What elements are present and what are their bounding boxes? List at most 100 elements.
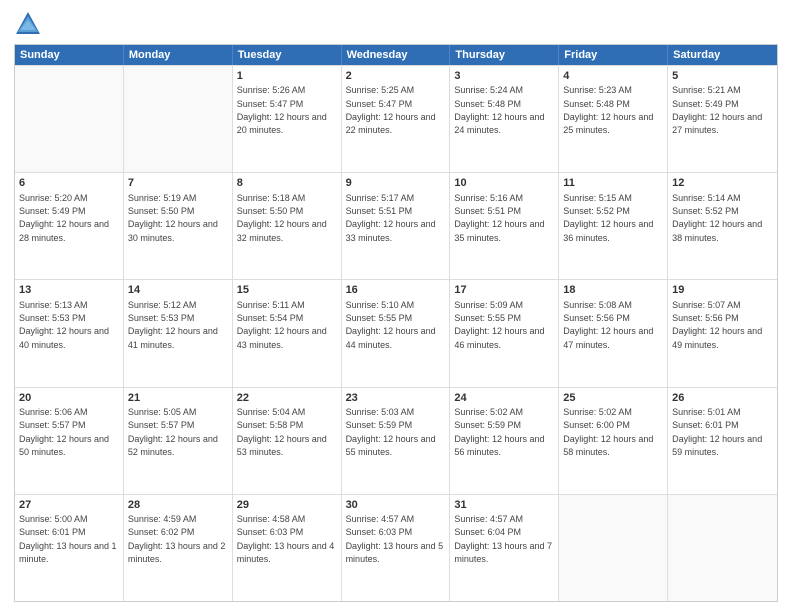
day-cell-25: 25 Sunrise: 5:02 AMSunset: 6:00 PMDayligh… <box>559 388 668 494</box>
cell-info: Sunrise: 4:57 AMSunset: 6:03 PMDaylight:… <box>346 514 444 564</box>
cell-info: Sunrise: 5:11 AMSunset: 5:54 PMDaylight:… <box>237 300 327 350</box>
day-cell-empty <box>15 66 124 172</box>
page: SundayMondayTuesdayWednesdayThursdayFrid… <box>0 0 792 612</box>
day-cell-21: 21Sunrise: 5:05 AMSunset: 5:57 PMDayligh… <box>124 388 233 494</box>
calendar-row-1: 1 Sunrise: 5:26 AMSunset: 5:47 PMDaylight… <box>15 65 777 172</box>
day-cell-30: 30 Sunrise: 4:57 AMSunset: 6:03 PMDayligh… <box>342 495 451 601</box>
day-cell-29: 29 Sunrise: 4:58 AMSunset: 6:03 PMDayligh… <box>233 495 342 601</box>
day-cell-6: 6 Sunrise: 5:20 AMSunset: 5:49 PMDaylight… <box>15 173 124 279</box>
day-number: 5 <box>672 69 773 83</box>
day-number: 30 <box>346 498 446 512</box>
day-number: 25 <box>563 391 663 405</box>
day-number: 2 <box>346 69 446 83</box>
day-cell-5: 5 Sunrise: 5:21 AMSunset: 5:49 PMDaylight… <box>668 66 777 172</box>
logo-icon <box>14 10 42 38</box>
cell-info: Sunrise: 5:16 AMSunset: 5:51 PMDaylight:… <box>454 193 544 243</box>
cell-info: Sunrise: 5:03 AMSunset: 5:59 PMDaylight:… <box>346 407 436 457</box>
day-number: 29 <box>237 498 337 512</box>
cell-info: Sunrise: 5:13 AMSunset: 5:53 PMDaylight:… <box>19 300 109 350</box>
day-number: 27 <box>19 498 119 512</box>
header-day-friday: Friday <box>559 45 668 65</box>
day-cell-empty <box>559 495 668 601</box>
day-number: 8 <box>237 176 337 190</box>
cell-info: Sunrise: 4:59 AMSunset: 6:02 PMDaylight:… <box>128 514 226 564</box>
day-number: 11 <box>563 176 663 190</box>
day-number: 15 <box>237 283 337 297</box>
cell-info: Sunrise: 5:02 AMSunset: 6:00 PMDaylight:… <box>563 407 653 457</box>
cell-info: Sunrise: 5:09 AMSunset: 5:55 PMDaylight:… <box>454 300 544 350</box>
day-cell-15: 15 Sunrise: 5:11 AMSunset: 5:54 PMDayligh… <box>233 280 342 386</box>
cell-info: Sunrise: 5:10 AMSunset: 5:55 PMDaylight:… <box>346 300 436 350</box>
day-number: 3 <box>454 69 554 83</box>
day-cell-empty <box>668 495 777 601</box>
calendar-header: SundayMondayTuesdayWednesdayThursdayFrid… <box>15 45 777 65</box>
cell-info: Sunrise: 5:17 AMSunset: 5:51 PMDaylight:… <box>346 193 436 243</box>
day-number: 9 <box>346 176 446 190</box>
day-number: 26 <box>672 391 773 405</box>
day-cell-10: 10 Sunrise: 5:16 AMSunset: 5:51 PMDayligh… <box>450 173 559 279</box>
day-number: 19 <box>672 283 773 297</box>
day-cell-31: 31Sunrise: 4:57 AMSunset: 6:04 PMDayligh… <box>450 495 559 601</box>
day-cell-8: 8 Sunrise: 5:18 AMSunset: 5:50 PMDaylight… <box>233 173 342 279</box>
day-cell-28: 28 Sunrise: 4:59 AMSunset: 6:02 PMDayligh… <box>124 495 233 601</box>
cell-info: Sunrise: 5:25 AMSunset: 5:47 PMDaylight:… <box>346 85 436 135</box>
day-cell-17: 17Sunrise: 5:09 AMSunset: 5:55 PMDayligh… <box>450 280 559 386</box>
cell-info: Sunrise: 4:58 AMSunset: 6:03 PMDaylight:… <box>237 514 335 564</box>
header-day-sunday: Sunday <box>15 45 124 65</box>
cell-info: Sunrise: 5:12 AMSunset: 5:53 PMDaylight:… <box>128 300 218 350</box>
day-number: 4 <box>563 69 663 83</box>
day-cell-13: 13 Sunrise: 5:13 AMSunset: 5:53 PMDayligh… <box>15 280 124 386</box>
cell-info: Sunrise: 5:04 AMSunset: 5:58 PMDaylight:… <box>237 407 327 457</box>
day-number: 28 <box>128 498 228 512</box>
cell-info: Sunrise: 5:21 AMSunset: 5:49 PMDaylight:… <box>672 85 762 135</box>
header <box>14 10 778 38</box>
day-number: 12 <box>672 176 773 190</box>
day-cell-24: 24 Sunrise: 5:02 AMSunset: 5:59 PMDayligh… <box>450 388 559 494</box>
calendar-row-3: 13 Sunrise: 5:13 AMSunset: 5:53 PMDayligh… <box>15 279 777 386</box>
cell-info: Sunrise: 5:24 AMSunset: 5:48 PMDaylight:… <box>454 85 544 135</box>
day-cell-14: 14 Sunrise: 5:12 AMSunset: 5:53 PMDayligh… <box>124 280 233 386</box>
cell-info: Sunrise: 4:57 AMSunset: 6:04 PMDaylight:… <box>454 514 552 564</box>
day-cell-11: 11 Sunrise: 5:15 AMSunset: 5:52 PMDayligh… <box>559 173 668 279</box>
cell-info: Sunrise: 5:19 AMSunset: 5:50 PMDaylight:… <box>128 193 218 243</box>
day-cell-23: 23 Sunrise: 5:03 AMSunset: 5:59 PMDayligh… <box>342 388 451 494</box>
day-number: 18 <box>563 283 663 297</box>
calendar-row-4: 20Sunrise: 5:06 AMSunset: 5:57 PMDayligh… <box>15 387 777 494</box>
day-cell-7: 7 Sunrise: 5:19 AMSunset: 5:50 PMDaylight… <box>124 173 233 279</box>
day-number: 24 <box>454 391 554 405</box>
calendar-row-2: 6 Sunrise: 5:20 AMSunset: 5:49 PMDaylight… <box>15 172 777 279</box>
day-number: 20 <box>19 391 119 405</box>
day-number: 7 <box>128 176 228 190</box>
cell-info: Sunrise: 5:02 AMSunset: 5:59 PMDaylight:… <box>454 407 544 457</box>
header-day-monday: Monday <box>124 45 233 65</box>
day-number: 6 <box>19 176 119 190</box>
cell-info: Sunrise: 5:08 AMSunset: 5:56 PMDaylight:… <box>563 300 653 350</box>
day-number: 23 <box>346 391 446 405</box>
day-number: 22 <box>237 391 337 405</box>
day-cell-3: 3 Sunrise: 5:24 AMSunset: 5:48 PMDaylight… <box>450 66 559 172</box>
day-cell-2: 2 Sunrise: 5:25 AMSunset: 5:47 PMDaylight… <box>342 66 451 172</box>
cell-info: Sunrise: 5:20 AMSunset: 5:49 PMDaylight:… <box>19 193 109 243</box>
cell-info: Sunrise: 5:26 AMSunset: 5:47 PMDaylight:… <box>237 85 327 135</box>
calendar-row-5: 27Sunrise: 5:00 AMSunset: 6:01 PMDayligh… <box>15 494 777 601</box>
cell-info: Sunrise: 5:14 AMSunset: 5:52 PMDaylight:… <box>672 193 762 243</box>
day-number: 10 <box>454 176 554 190</box>
cell-info: Sunrise: 5:15 AMSunset: 5:52 PMDaylight:… <box>563 193 653 243</box>
cell-info: Sunrise: 5:01 AMSunset: 6:01 PMDaylight:… <box>672 407 762 457</box>
day-cell-26: 26 Sunrise: 5:01 AMSunset: 6:01 PMDayligh… <box>668 388 777 494</box>
logo <box>14 10 46 38</box>
day-cell-18: 18 Sunrise: 5:08 AMSunset: 5:56 PMDayligh… <box>559 280 668 386</box>
calendar-body: 1 Sunrise: 5:26 AMSunset: 5:47 PMDaylight… <box>15 65 777 601</box>
day-cell-27: 27Sunrise: 5:00 AMSunset: 6:01 PMDayligh… <box>15 495 124 601</box>
day-cell-16: 16Sunrise: 5:10 AMSunset: 5:55 PMDayligh… <box>342 280 451 386</box>
day-number: 21 <box>128 391 228 405</box>
day-number: 13 <box>19 283 119 297</box>
header-day-thursday: Thursday <box>450 45 559 65</box>
day-cell-12: 12 Sunrise: 5:14 AMSunset: 5:52 PMDayligh… <box>668 173 777 279</box>
day-number: 14 <box>128 283 228 297</box>
day-cell-1: 1 Sunrise: 5:26 AMSunset: 5:47 PMDaylight… <box>233 66 342 172</box>
cell-info: Sunrise: 5:18 AMSunset: 5:50 PMDaylight:… <box>237 193 327 243</box>
day-number: 1 <box>237 69 337 83</box>
cell-info: Sunrise: 5:07 AMSunset: 5:56 PMDaylight:… <box>672 300 762 350</box>
header-day-tuesday: Tuesday <box>233 45 342 65</box>
